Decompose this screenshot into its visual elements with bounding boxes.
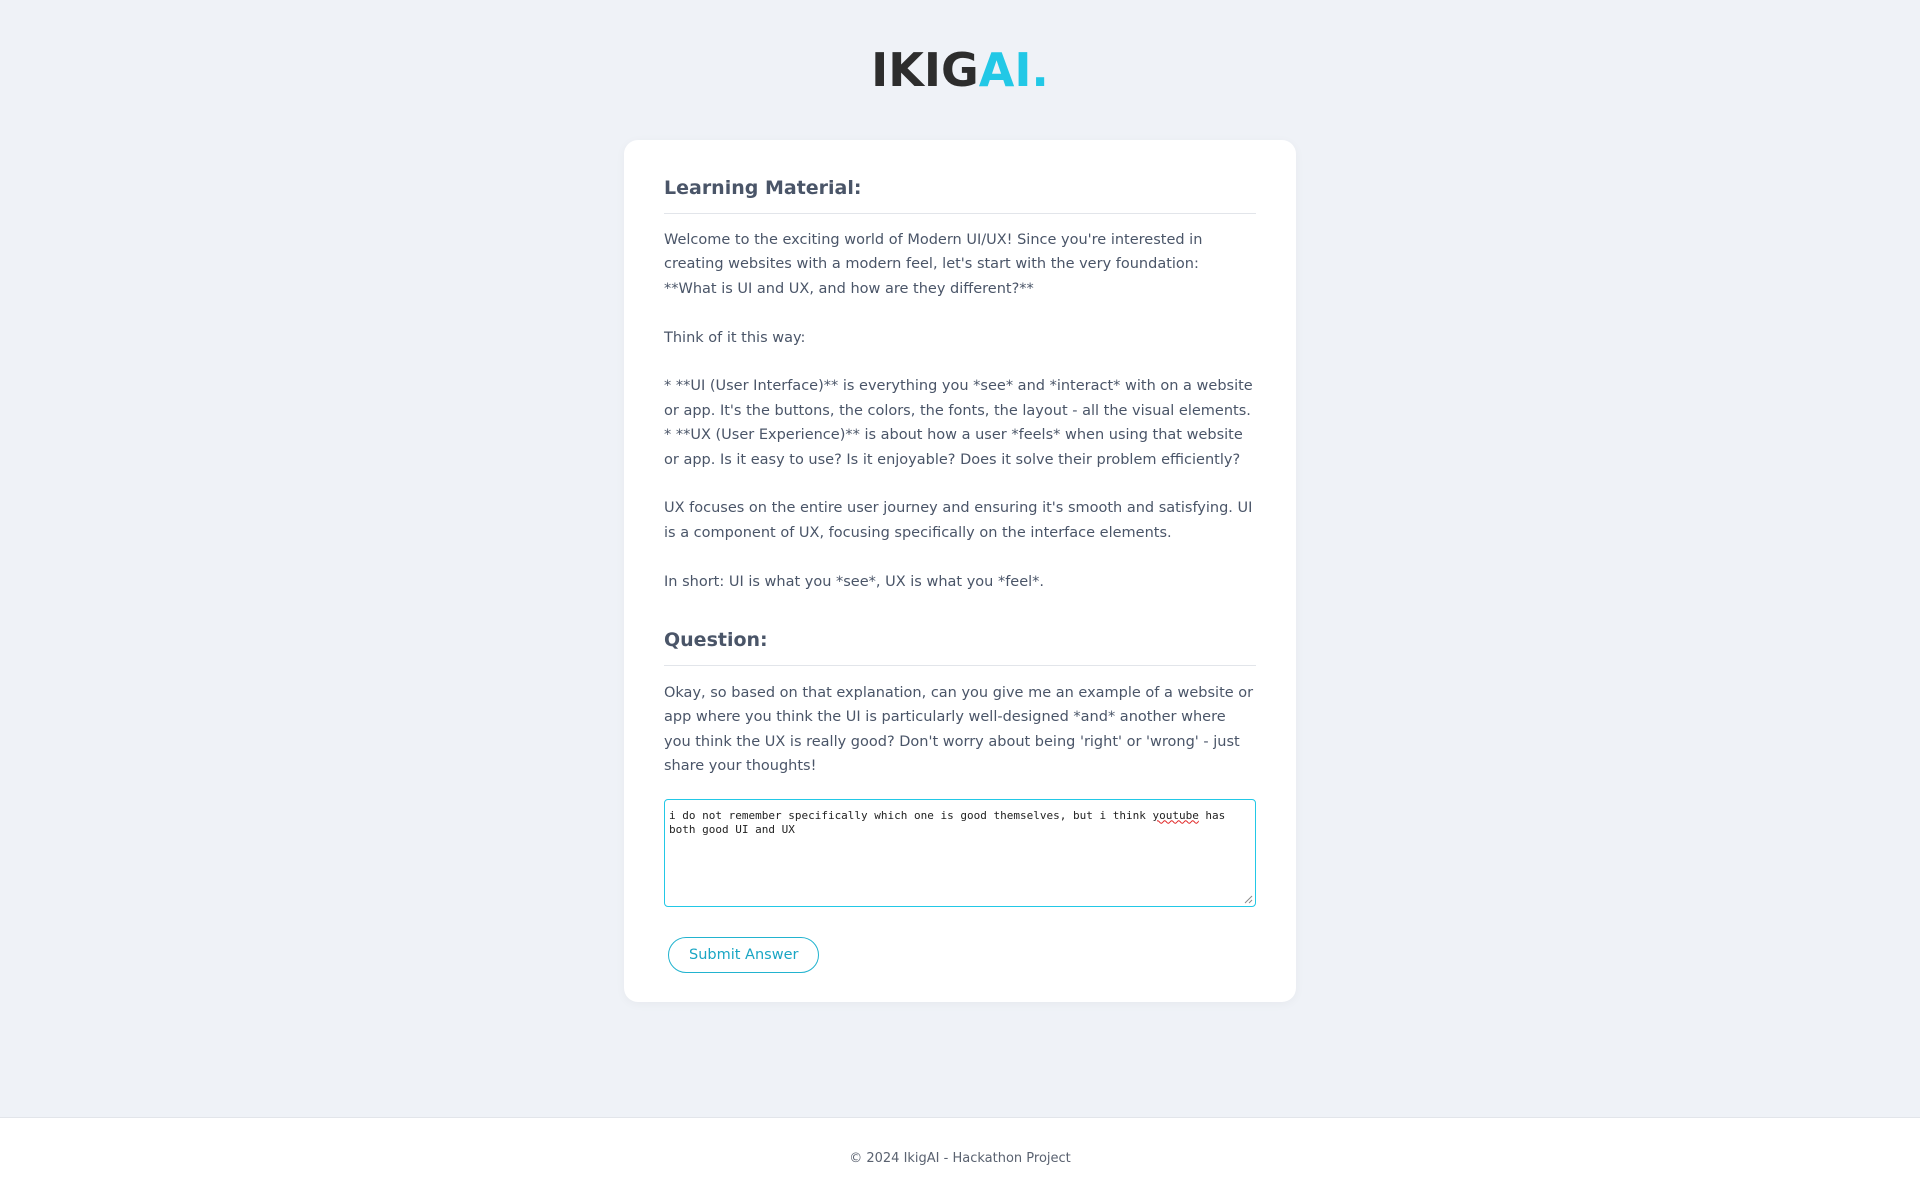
logo-main-text: IKIG [871,43,979,97]
lesson-card: Learning Material: Welcome to the exciti… [624,140,1296,1002]
material-paragraph: UX focuses on the entire user journey an… [664,500,1253,541]
resize-handle-icon[interactable] [1243,894,1253,904]
material-paragraph: Think of it this way: [664,329,806,346]
answer-text-before: i do not remember specifically which one… [669,808,1153,822]
app-logo: IKIGAI. [0,42,1920,98]
answer-misspelled-word: youtube [1152,808,1199,822]
answer-textarea[interactable]: i do not remember specifically which one… [664,798,1256,907]
material-paragraph: Welcome to the exciting world of Modern … [664,232,1203,297]
learning-material-title: Learning Material: [664,174,1256,214]
question-title: Question: [664,626,1256,667]
submit-answer-button[interactable]: Submit Answer [668,936,820,973]
material-paragraph: * **UI (User Interface)** is everything … [664,378,1253,419]
material-paragraph: In short: UI is what you *see*, UX is wh… [664,573,1045,590]
material-paragraph: * **UX (User Experience)** is about how … [664,427,1243,468]
footer-copyright: © 2024 IkigAI - Hackathon Project [849,1151,1071,1166]
question-text: Okay, so based on that explanation, can … [664,685,1254,775]
logo-accent-text: AI. [978,43,1049,97]
footer: © 2024 IkigAI - Hackathon Project [0,1117,1920,1200]
learning-material-body: Welcome to the exciting world of Modern … [664,228,1256,594]
